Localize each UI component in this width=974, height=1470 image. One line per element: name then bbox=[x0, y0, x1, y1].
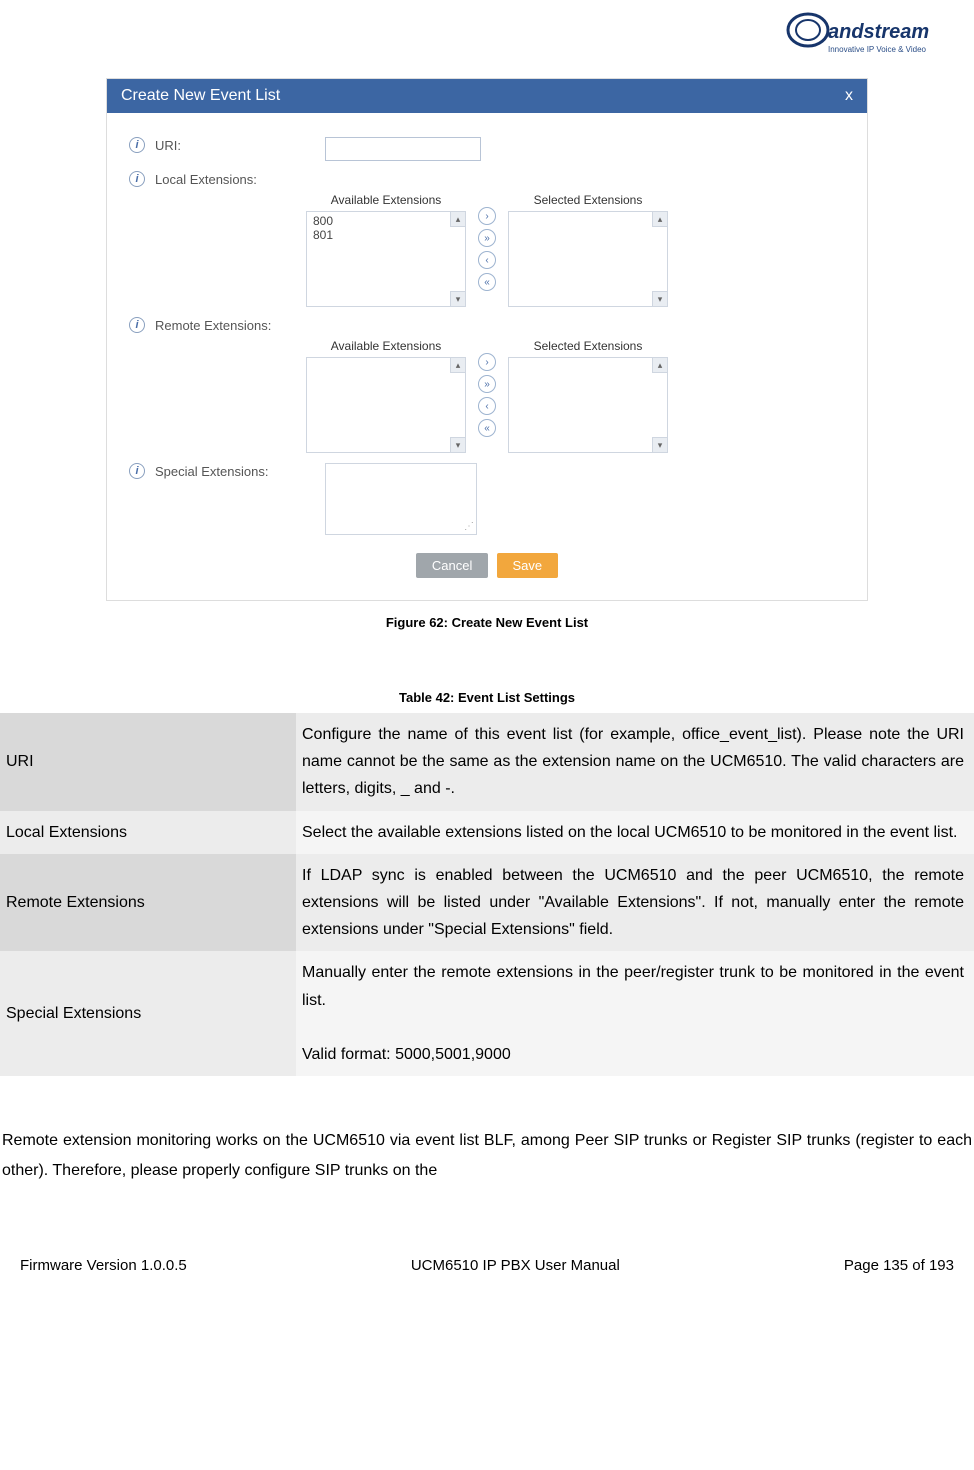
available-label: Available Extensions bbox=[306, 339, 466, 353]
brand-logo: andstream Innovative IP Voice & Video bbox=[784, 10, 944, 66]
scroll-up-icon[interactable]: ▴ bbox=[652, 358, 667, 373]
svg-text:andstream: andstream bbox=[828, 21, 929, 43]
setting-name: Remote Extensions bbox=[0, 854, 296, 952]
remote-ext-label: Remote Extensions: bbox=[155, 317, 325, 333]
cancel-button[interactable]: Cancel bbox=[416, 553, 488, 578]
move-right-button[interactable]: › bbox=[478, 207, 496, 225]
event-list-settings-table: URI Configure the name of this event lis… bbox=[0, 713, 974, 1076]
setting-desc: Configure the name of this event list (f… bbox=[296, 713, 974, 811]
setting-desc: If LDAP sync is enabled between the UCM6… bbox=[296, 854, 974, 952]
info-icon[interactable]: i bbox=[129, 137, 145, 153]
dialog-header: Create New Event List x bbox=[107, 79, 867, 113]
info-icon[interactable]: i bbox=[129, 171, 145, 187]
footer-right: Page 135 of 193 bbox=[844, 1257, 954, 1274]
info-icon[interactable]: i bbox=[129, 317, 145, 333]
figure-caption: Figure 62: Create New Event List bbox=[0, 615, 974, 630]
setting-name: Local Extensions bbox=[0, 811, 296, 854]
remote-selected-listbox[interactable]: ▴ ▾ bbox=[508, 357, 668, 453]
remote-available-listbox[interactable]: ▴ ▾ bbox=[306, 357, 466, 453]
move-all-left-button[interactable]: « bbox=[478, 273, 496, 291]
save-button[interactable]: Save bbox=[497, 553, 559, 578]
local-ext-label: Local Extensions: bbox=[155, 171, 325, 187]
local-extensions-picker: Available Extensions 800 801 ▴ ▾ › » ‹ «… bbox=[129, 193, 845, 307]
uri-input[interactable] bbox=[325, 137, 481, 161]
selected-label: Selected Extensions bbox=[508, 339, 668, 353]
remote-extensions-picker: Available Extensions ▴ ▾ › » ‹ « Selecte… bbox=[129, 339, 845, 453]
page-footer: Firmware Version 1.0.0.5 UCM6510 IP PBX … bbox=[0, 1187, 974, 1298]
body-paragraph: Remote extension monitoring works on the… bbox=[0, 1126, 974, 1187]
setting-name: URI bbox=[0, 713, 296, 811]
local-available-listbox[interactable]: 800 801 ▴ ▾ bbox=[306, 211, 466, 307]
local-selected-listbox[interactable]: ▴ ▾ bbox=[508, 211, 668, 307]
table-row: Special Extensions Manually enter the re… bbox=[0, 951, 974, 1076]
move-all-left-button[interactable]: « bbox=[478, 419, 496, 437]
table-row: URI Configure the name of this event lis… bbox=[0, 713, 974, 811]
table-caption: Table 42: Event List Settings bbox=[0, 690, 974, 705]
scroll-down-icon[interactable]: ▾ bbox=[450, 437, 465, 452]
uri-label: URI: bbox=[155, 137, 325, 153]
move-all-right-button[interactable]: » bbox=[478, 229, 496, 247]
setting-name: Special Extensions bbox=[0, 951, 296, 1076]
dialog-title: Create New Event List bbox=[121, 87, 280, 105]
scroll-up-icon[interactable]: ▴ bbox=[450, 212, 465, 227]
available-label: Available Extensions bbox=[306, 193, 466, 207]
move-left-button[interactable]: ‹ bbox=[478, 397, 496, 415]
scroll-up-icon[interactable]: ▴ bbox=[450, 358, 465, 373]
table-row: Local Extensions Select the available ex… bbox=[0, 811, 974, 854]
scroll-down-icon[interactable]: ▾ bbox=[450, 291, 465, 306]
scroll-down-icon[interactable]: ▾ bbox=[652, 437, 667, 452]
footer-center: UCM6510 IP PBX User Manual bbox=[411, 1257, 620, 1274]
setting-desc: Manually enter the remote extensions in … bbox=[296, 951, 974, 1076]
special-extensions-textarea[interactable]: ⋰ bbox=[325, 463, 477, 535]
resize-handle-icon[interactable]: ⋰ bbox=[464, 521, 474, 532]
setting-desc: Select the available extensions listed o… bbox=[296, 811, 974, 854]
scroll-up-icon[interactable]: ▴ bbox=[652, 212, 667, 227]
footer-left: Firmware Version 1.0.0.5 bbox=[20, 1257, 187, 1274]
info-icon[interactable]: i bbox=[129, 463, 145, 479]
selected-label: Selected Extensions bbox=[508, 193, 668, 207]
move-all-right-button[interactable]: » bbox=[478, 375, 496, 393]
table-row: Remote Extensions If LDAP sync is enable… bbox=[0, 854, 974, 952]
scroll-down-icon[interactable]: ▾ bbox=[652, 291, 667, 306]
special-ext-label: Special Extensions: bbox=[155, 463, 325, 479]
close-icon[interactable]: x bbox=[845, 87, 853, 105]
move-left-button[interactable]: ‹ bbox=[478, 251, 496, 269]
brand-tagline: Innovative IP Voice & Video bbox=[828, 45, 927, 54]
create-event-list-dialog: Create New Event List x i URI: i Local E… bbox=[106, 78, 868, 601]
move-right-button[interactable]: › bbox=[478, 353, 496, 371]
list-item[interactable]: 801 bbox=[313, 228, 459, 242]
list-item[interactable]: 800 bbox=[313, 214, 459, 228]
